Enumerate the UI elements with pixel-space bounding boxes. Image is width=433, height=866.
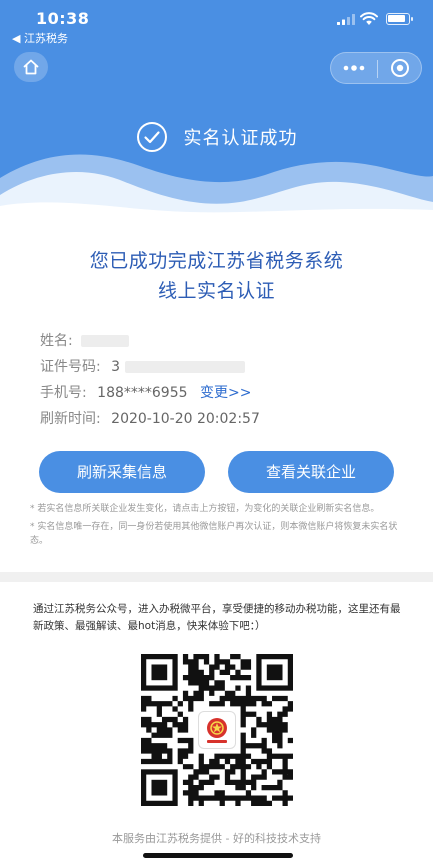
refresh-time-row: 刷新时间: 2020-10-20 20:02:57 xyxy=(40,406,260,432)
id-row: 证件号码: 3 xyxy=(40,354,260,380)
name-label: 姓名: xyxy=(40,333,73,349)
refresh-info-button[interactable]: 刷新采集信息 xyxy=(39,451,205,493)
more-dots-icon xyxy=(343,65,365,71)
status-time: 10:38 xyxy=(36,9,90,28)
phone-label: 手机号: xyxy=(40,385,87,401)
close-miniprogram-button[interactable] xyxy=(378,53,422,83)
id-value: 3 xyxy=(111,359,121,375)
miniprogram-capsule xyxy=(330,52,422,84)
id-label: 证件号码: xyxy=(40,359,101,375)
notes: * 若实名信息所关联企业发生变化，请点击上方按钮，为变化的关联企业刷新实名信息。… xyxy=(30,502,402,552)
change-phone-link[interactable]: 变更>> xyxy=(200,385,251,401)
name-row: 姓名: xyxy=(40,328,260,354)
promo-text: 通过江苏税务公众号，进入办税微平台，享受便捷的移动办税功能，这里还有最新政策、最… xyxy=(33,603,401,632)
header-banner: 10:38 ◀ 江苏税务 实名认证成功 xyxy=(0,0,433,215)
section-divider xyxy=(0,572,433,582)
wifi-icon xyxy=(360,12,378,25)
refresh-time-label: 刷新时间: xyxy=(40,411,101,427)
user-info: 姓名: 证件号码: 3 手机号: 188****6955 变更>> 刷新时间: … xyxy=(40,328,260,432)
cloud-wave-decoration xyxy=(0,154,433,215)
more-button[interactable] xyxy=(331,53,377,83)
phone-value: 188****6955 xyxy=(97,385,188,401)
qr-code[interactable] xyxy=(140,653,294,807)
phone-row: 手机号: 188****6955 变更>> xyxy=(40,380,260,406)
status-bar: 10:38 ◀ 江苏税务 xyxy=(0,0,433,45)
redacted-id xyxy=(124,361,245,373)
note-item: * 实名信息唯一存在，同一身份若使用其他微信账户再次认证，则本微信账户将恢复未实… xyxy=(30,522,398,546)
battery-icon xyxy=(386,13,413,25)
view-companies-button[interactable]: 查看关联企业 xyxy=(228,451,394,493)
home-indicator xyxy=(143,853,293,858)
home-button[interactable] xyxy=(14,52,48,82)
record-icon xyxy=(391,59,409,77)
tax-emblem-icon xyxy=(207,718,227,743)
footer-text: 本服务由江苏税务提供 - 好的科技技术支持 xyxy=(112,832,321,845)
note-item: * 若实名信息所关联企业发生变化，请点击上方按钮，为变化的关联企业刷新实名信息。 xyxy=(30,504,380,514)
page-title: 您已成功完成江苏省税务系统 线上实名认证 xyxy=(89,250,344,302)
home-icon xyxy=(23,59,39,75)
tax-logo xyxy=(198,711,236,749)
back-to-app-link[interactable]: ◀ 江苏税务 xyxy=(12,30,68,46)
redacted-name xyxy=(81,335,130,347)
refresh-time-value: 2020-10-20 20:02:57 xyxy=(111,411,260,427)
signal-icon xyxy=(337,14,355,25)
